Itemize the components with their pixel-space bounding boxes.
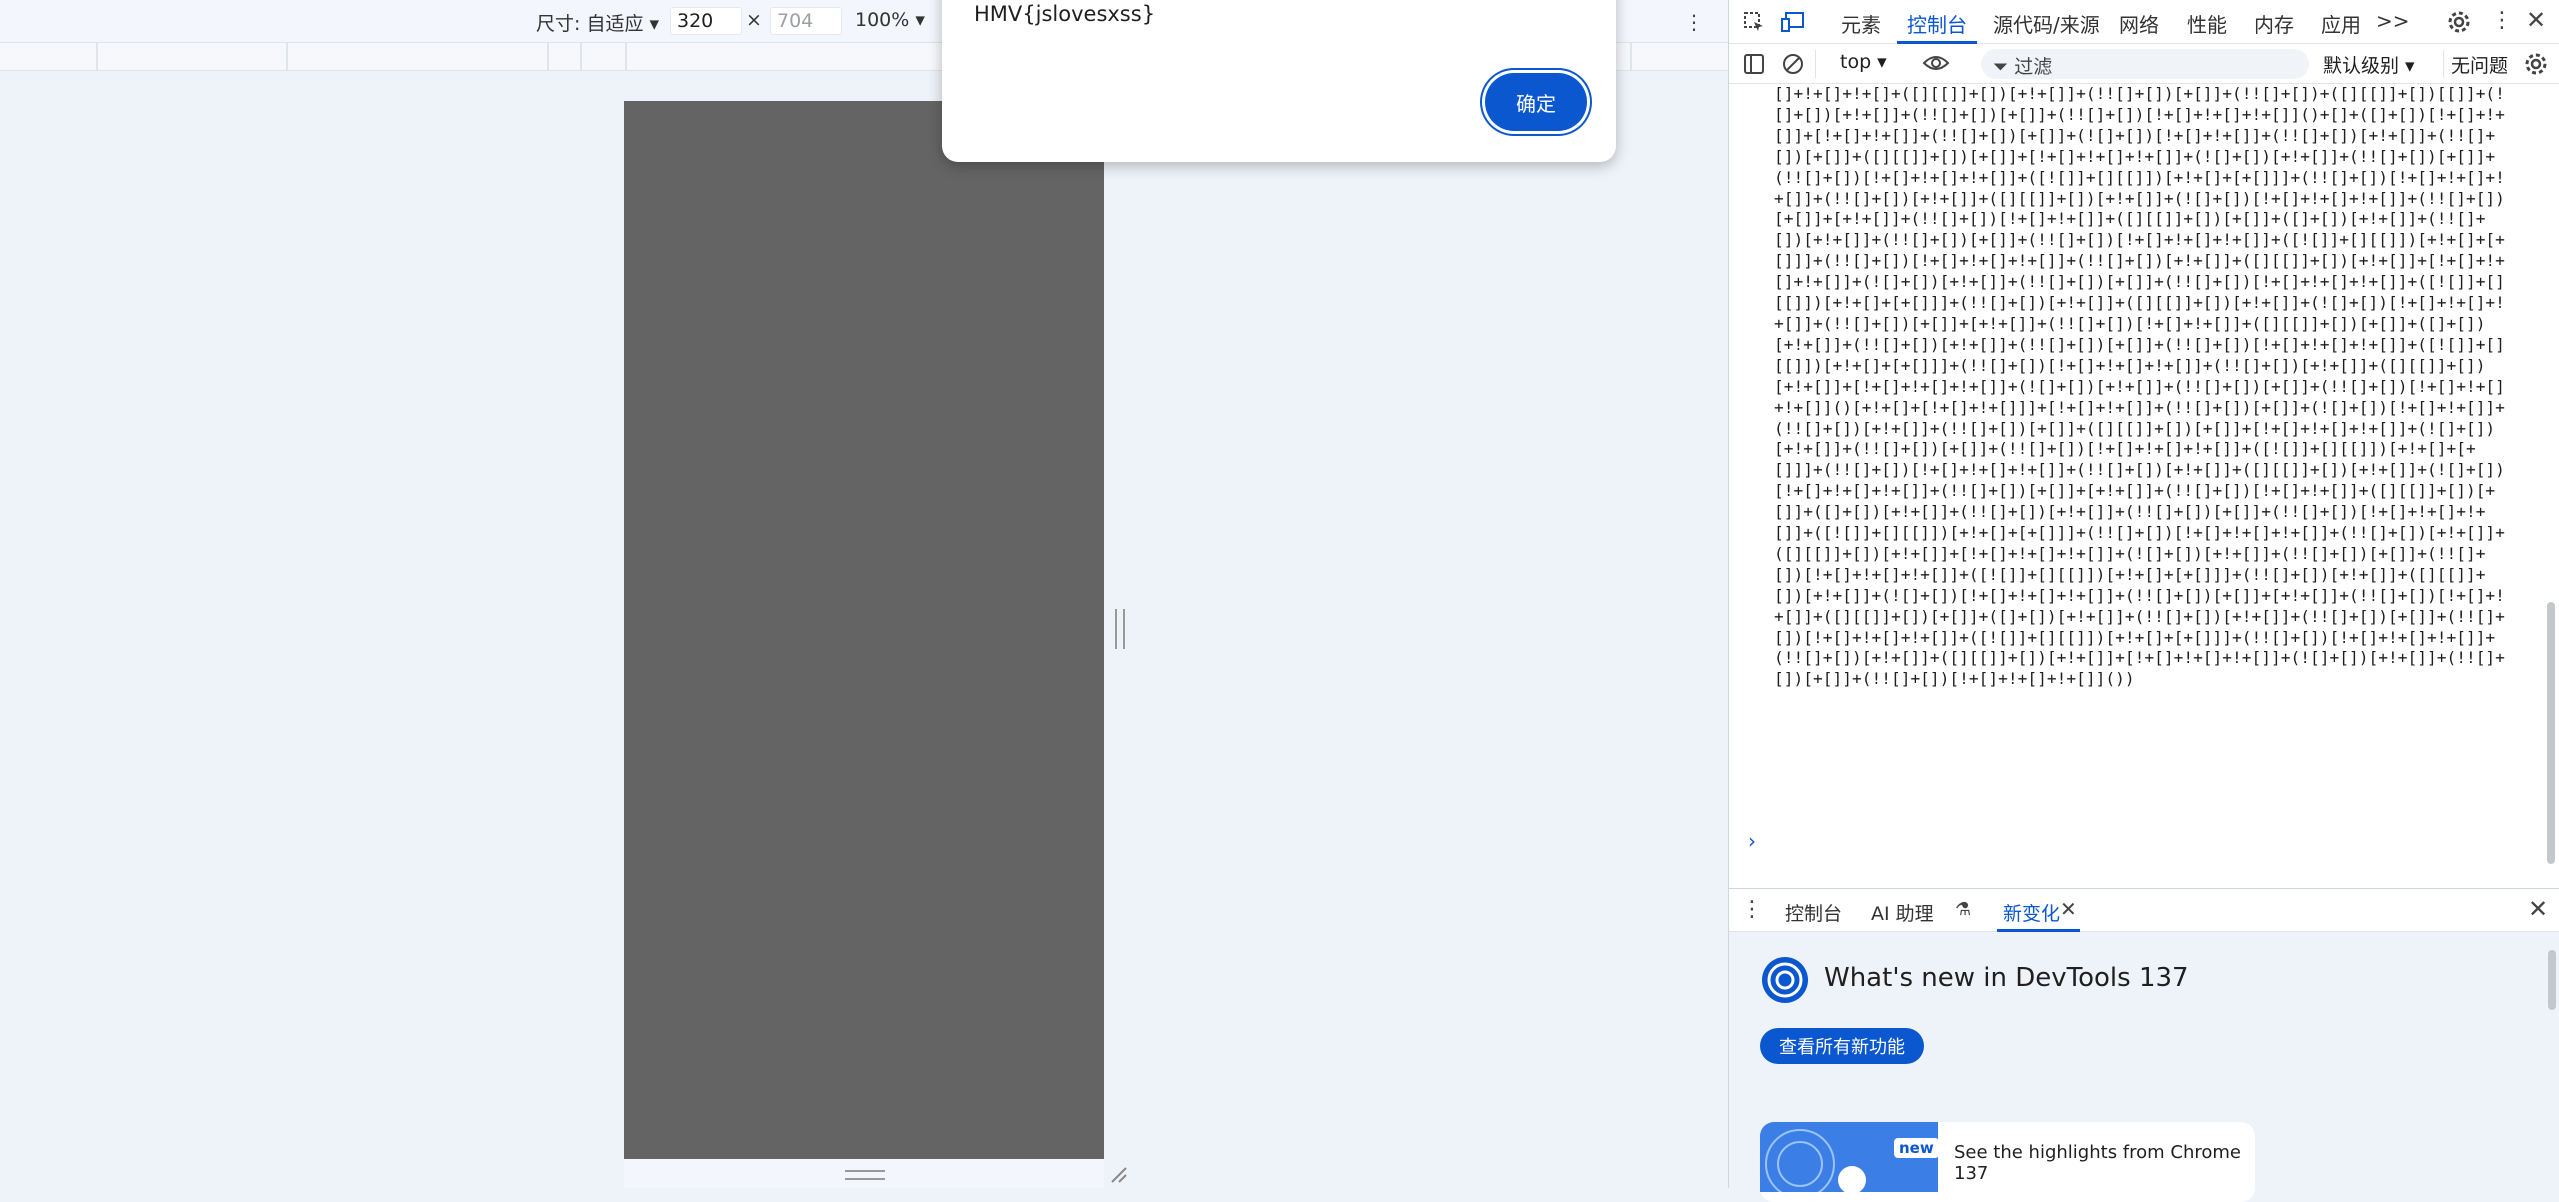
dimensions-label: 尺寸: 自适应 bbox=[536, 13, 644, 35]
more-tabs-button[interactable]: >> bbox=[2376, 9, 2410, 33]
drawer-tab-console[interactable]: 控制台 bbox=[1785, 899, 1842, 926]
tab-sources[interactable]: 源代码/来源 bbox=[1993, 9, 2100, 38]
context-label: top bbox=[1840, 51, 1872, 73]
filter-icon: ⏷ bbox=[1993, 56, 2009, 78]
filter-placeholder: 过滤 bbox=[2014, 56, 2053, 78]
drawer-menu-icon[interactable]: ⋮ bbox=[1741, 897, 1763, 922]
sidebar-toggle-icon[interactable] bbox=[1743, 53, 1765, 75]
zoom-dropdown[interactable]: 100% ▾ bbox=[855, 9, 925, 31]
flask-icon: ⚗ bbox=[1955, 899, 1972, 920]
device-toggle-icon[interactable] bbox=[1781, 11, 1805, 33]
device-viewport bbox=[624, 101, 1104, 1159]
context-selector[interactable]: top ▾ bbox=[1840, 51, 1887, 73]
bottom-resize-handle[interactable] bbox=[845, 1170, 885, 1180]
corner-resize-icon[interactable] bbox=[1108, 1164, 1128, 1184]
live-expression-eye-icon[interactable] bbox=[1922, 52, 1950, 74]
toolbar-divider-2 bbox=[2443, 50, 2444, 78]
log-level-dropdown[interactable]: 默认级别 ▾ bbox=[2323, 51, 2415, 78]
width-input[interactable]: 320 bbox=[670, 7, 742, 35]
alert-dialog: HMV{jslovesxss} 确定 bbox=[942, 0, 1616, 162]
tab-console[interactable]: 控制台 bbox=[1907, 9, 1967, 38]
tab-elements[interactable]: 元素 bbox=[1841, 9, 1881, 38]
dimensions-dropdown[interactable]: 尺寸: 自适应 ▾ bbox=[536, 9, 659, 36]
whats-new-panel: What's new in DevTools 137 查看所有新功能 new S… bbox=[1729, 932, 2559, 1202]
toolbar-divider bbox=[1815, 50, 1816, 78]
zoom-label: 100% bbox=[855, 9, 910, 31]
highlights-thumbnail: new bbox=[1760, 1122, 1938, 1192]
console-toolbar: top ▾ ⏷ 过滤 默认级别 ▾ 无问题 bbox=[1729, 44, 2559, 84]
ok-button[interactable]: 确定 bbox=[1485, 73, 1587, 131]
drawer-tab-ai-assistant[interactable]: AI 助理 bbox=[1871, 899, 1934, 926]
console-scrollbar[interactable] bbox=[2547, 602, 2555, 864]
tab-performance[interactable]: 性能 bbox=[2187, 9, 2227, 38]
new-badge: new bbox=[1894, 1138, 1938, 1158]
drawer-tab-whats-new[interactable]: 新变化 bbox=[2003, 899, 2060, 926]
console-message: []+!+[]+!+[]+([][[]]+[])[+!+[]]+(!![]+[]… bbox=[1774, 84, 2505, 689]
console-prompt-icon[interactable]: › bbox=[1748, 829, 1756, 853]
issues-count[interactable]: 无问题 bbox=[2451, 51, 2508, 78]
inspect-element-icon[interactable] bbox=[1743, 11, 1765, 33]
clear-console-icon[interactable] bbox=[1782, 53, 1804, 75]
device-emulation-area: 尺寸: 自适应 ▾ 320 × 704 100% ▾ ⋮ bbox=[0, 0, 1728, 1188]
log-level-label: 默认级别 bbox=[2323, 55, 2400, 77]
whats-new-title: What's new in DevTools 137 bbox=[1824, 963, 2189, 993]
customize-menu-icon[interactable]: ⋮ bbox=[2491, 8, 2513, 33]
close-devtools-icon[interactable]: ✕ bbox=[2526, 6, 2546, 34]
tab-network[interactable]: 网络 bbox=[2119, 9, 2159, 38]
more-options-icon[interactable]: ⋮ bbox=[1684, 10, 1704, 34]
tab-application[interactable]: 应用 bbox=[2321, 9, 2361, 38]
tab-memory[interactable]: 内存 bbox=[2254, 9, 2294, 38]
close-tab-icon[interactable]: ✕ bbox=[2060, 897, 2077, 921]
devtools-tabbar: 元素 控制台 源代码/来源 网络 性能 内存 应用 >> ⋮ ✕ bbox=[1729, 0, 2559, 44]
filter-input[interactable]: ⏷ 过滤 bbox=[1981, 49, 2309, 79]
times-sign: × bbox=[746, 9, 762, 31]
console-output-area[interactable]: []+!+[]+!+[]+([][[]]+[])[+!+[]]+(!![]+[]… bbox=[1729, 84, 2559, 884]
highlights-text: See the highlights from Chrome 137 bbox=[1954, 1142, 2242, 1184]
side-resize-handle[interactable] bbox=[1115, 609, 1125, 649]
close-drawer-icon[interactable]: ✕ bbox=[2528, 895, 2548, 923]
console-settings-icon[interactable] bbox=[2524, 52, 2548, 76]
settings-gear-icon[interactable] bbox=[2447, 10, 2471, 34]
drawer-tabbar: ⋮ 控制台 AI 助理 ⚗ 新变化 ✕ ✕ bbox=[1729, 888, 2559, 932]
devtools-panel: 元素 控制台 源代码/来源 网络 性能 内存 应用 >> ⋮ ✕ top ▾ ⏷… bbox=[1728, 0, 2559, 1202]
height-input[interactable]: 704 bbox=[770, 7, 842, 35]
see-all-features-button[interactable]: 查看所有新功能 bbox=[1760, 1028, 1924, 1064]
drawer-scrollbar[interactable] bbox=[2548, 950, 2556, 1010]
highlights-card[interactable]: new See the highlights from Chrome 137 bbox=[1760, 1122, 2255, 1202]
devtools-logo-icon bbox=[1762, 957, 1808, 1003]
alert-message: HMV{jslovesxss} bbox=[974, 2, 1156, 26]
